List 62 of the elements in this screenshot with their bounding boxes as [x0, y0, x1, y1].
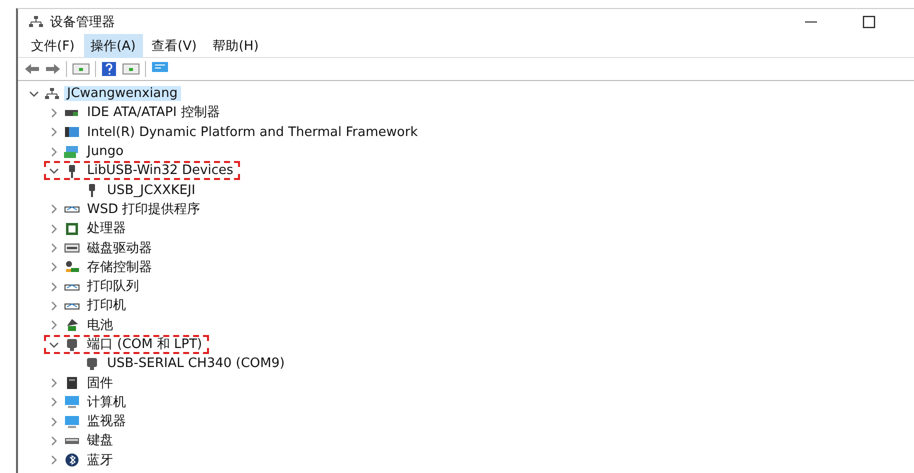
- tree-item[interactable]: 监视器: [84, 414, 129, 430]
- chevron-right-icon[interactable]: [49, 416, 59, 427]
- tree-item[interactable]: USB_JCXXKEJI: [104, 182, 198, 198]
- help-icon[interactable]: [101, 61, 117, 77]
- properties-icon[interactable]: [72, 62, 90, 76]
- tree-item[interactable]: 电池: [84, 318, 116, 333]
- chevron-down-icon[interactable]: [29, 88, 39, 99]
- tree-item[interactable]: LibUSB-Win32 Devices: [84, 163, 236, 178]
- chevron-right-icon[interactable]: [49, 262, 59, 272]
- port-icon: [64, 338, 80, 352]
- tree-item[interactable]: 存储控制器: [84, 260, 155, 275]
- forward-arrow-icon[interactable]: [45, 62, 61, 76]
- chevron-down-icon[interactable]: [49, 340, 59, 350]
- back-arrow-icon[interactable]: [24, 62, 40, 76]
- tree-item[interactable]: 打印机: [84, 298, 129, 314]
- computer-tree-icon: [28, 15, 44, 29]
- maximize-icon[interactable]: [862, 15, 876, 29]
- tree-item[interactable]: 固件: [84, 376, 116, 391]
- tree-item[interactable]: IDE ATA/ATAPI 控制器: [84, 105, 223, 120]
- tree-item[interactable]: WSD 打印提供程序: [84, 202, 204, 217]
- tree-item[interactable]: 磁盘驱动器: [84, 240, 155, 256]
- tree-item[interactable]: 端口 (COM 和 LPT): [84, 337, 206, 352]
- window-title: 设备管理器: [50, 14, 115, 31]
- chevron-right-icon[interactable]: [49, 108, 59, 118]
- monitor-icon: [64, 414, 80, 429]
- window-icon[interactable]: [122, 62, 140, 76]
- chevron-right-icon[interactable]: [49, 127, 59, 138]
- chevron-right-icon[interactable]: [49, 243, 59, 254]
- chevron-right-icon[interactable]: [49, 436, 59, 446]
- menu-item[interactable]: 操作(A): [84, 34, 143, 58]
- firmware-icon: [64, 376, 80, 390]
- chevron-right-icon[interactable]: [49, 455, 59, 466]
- tree-item[interactable]: 键盘: [84, 433, 116, 448]
- chevron-down-icon[interactable]: [49, 166, 59, 176]
- chip-icon: [64, 222, 80, 236]
- tree-item[interactable]: JCwangwenxiang: [64, 86, 181, 102]
- tree-item[interactable]: 计算机: [84, 394, 129, 410]
- tree-item[interactable]: 蓝牙: [84, 452, 116, 468]
- port-icon: [84, 356, 100, 371]
- tree-item[interactable]: Jungo: [84, 144, 127, 160]
- battery-icon: [64, 318, 80, 332]
- menu-item[interactable]: 查看(V): [144, 34, 204, 58]
- bluetooth-icon: [64, 453, 80, 468]
- chevron-right-icon[interactable]: [49, 204, 59, 214]
- folder-icon: [64, 125, 80, 140]
- network-icon: [44, 86, 60, 101]
- chevron-right-icon[interactable]: [49, 282, 59, 292]
- chevron-right-icon[interactable]: [49, 320, 59, 330]
- chevron-right-icon[interactable]: [49, 146, 59, 157]
- tree-item[interactable]: 打印队列: [84, 279, 142, 294]
- chevron-right-icon[interactable]: [49, 397, 59, 408]
- menu-item[interactable]: 帮助(H): [206, 34, 266, 58]
- device-icon: [64, 144, 80, 159]
- storage-icon: [64, 260, 80, 274]
- monitor-icon: [64, 395, 80, 410]
- menu-item[interactable]: 文件(F): [24, 34, 82, 58]
- chevron-right-icon[interactable]: [49, 300, 59, 311]
- tree-item[interactable]: USB-SERIAL CH340 (COM9): [104, 356, 288, 372]
- tree-item[interactable]: 处理器: [84, 221, 129, 236]
- tree-item[interactable]: Intel(R) Dynamic Platform and Thermal Framework: [84, 124, 421, 140]
- chevron-right-icon[interactable]: [49, 378, 59, 388]
- chevron-right-icon[interactable]: [49, 224, 59, 234]
